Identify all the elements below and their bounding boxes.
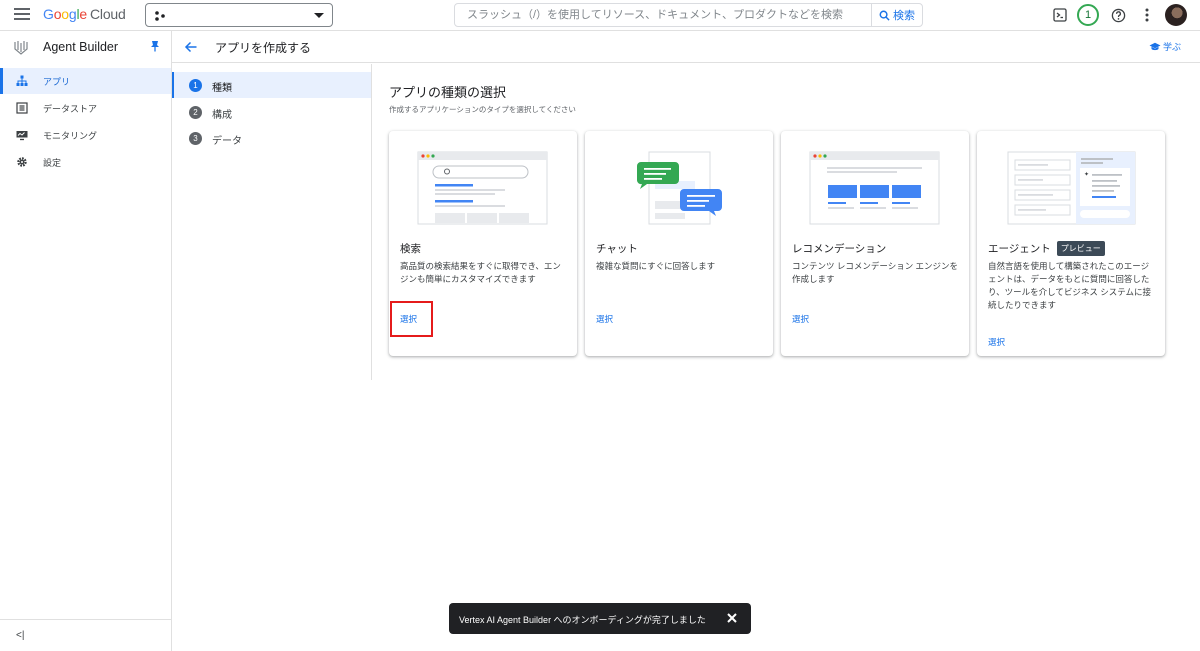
app-type-card-chat[interactable]: チャット 複雑な質問にすぐに回答します 選択 bbox=[585, 131, 773, 356]
app-type-card-agent[interactable]: ✦ エージェント プレビュー 自然言語を使用して構築されたこのエージェントは、デ… bbox=[977, 131, 1165, 356]
google-cloud-logo[interactable]: Google Cloud bbox=[43, 6, 126, 22]
card-description: 自然言語を使用して構築されたこのエージェントは、データをもとに質問に回答したり、… bbox=[988, 261, 1152, 310]
chat-illustration bbox=[636, 151, 722, 225]
select-button-agent[interactable]: 選択 bbox=[988, 336, 1005, 348]
sidebar-item-datastore[interactable]: データストア bbox=[0, 95, 171, 121]
sidebar-item-label: データストア bbox=[43, 104, 98, 114]
step-label: 構成 bbox=[212, 110, 232, 121]
learn-label: 学ぶ bbox=[1162, 42, 1181, 52]
card-title-text: チャット bbox=[596, 243, 638, 255]
card-title: レコメンデーション bbox=[792, 241, 886, 256]
search-bar: 検索 bbox=[454, 3, 923, 27]
stepper: 1 種類 2 構成 3 データ bbox=[172, 64, 372, 380]
search-button[interactable]: 検索 bbox=[871, 4, 922, 26]
search-illustration bbox=[417, 151, 548, 225]
card-description: コンテンツ レコメンデーション エンジンを作成します bbox=[792, 261, 959, 284]
monitoring-icon bbox=[16, 131, 28, 141]
top-bar: GoogleCloud 検索 1 bbox=[0, 0, 1200, 30]
apps-hierarchy-icon bbox=[16, 75, 28, 86]
card-description: 高品質の検索結果をすぐに取得でき、エンジンも簡単にカスタマイズできます bbox=[400, 261, 561, 284]
card-title: チャット bbox=[596, 241, 638, 256]
card-description: 複雑な質問にすぐに回答します bbox=[596, 261, 716, 271]
snackbar-message: Vertex AI Agent Builder へのオンボーディングが完了しまし… bbox=[459, 615, 706, 625]
select-button-chat[interactable]: 選択 bbox=[596, 313, 613, 325]
card-title: 検索 bbox=[400, 241, 421, 256]
card-title-text: エージェント bbox=[988, 243, 1051, 255]
school-icon bbox=[1149, 42, 1161, 50]
sidebar-collapse-button[interactable]: <| bbox=[0, 619, 171, 651]
step-label: 種類 bbox=[212, 83, 232, 94]
avatar[interactable] bbox=[1165, 4, 1187, 26]
search-icon bbox=[879, 10, 890, 21]
step-number: 1 bbox=[189, 79, 202, 92]
notifications-badge[interactable]: 1 bbox=[1077, 4, 1099, 26]
sidebar-item-label: モニタリング bbox=[43, 131, 98, 141]
sidebar: Agent Builder アプリ データストア モニタリング 設定 <| bbox=[0, 31, 172, 651]
snackbar: Vertex AI Agent Builder へのオンボーディングが完了しまし… bbox=[449, 603, 751, 634]
sidebar-item-settings[interactable]: 設定 bbox=[0, 149, 171, 175]
sidebar-item-label: アプリ bbox=[43, 77, 71, 87]
logo-cloud: Cloud bbox=[90, 6, 126, 22]
cloud-shell-icon[interactable] bbox=[1052, 4, 1068, 26]
back-arrow-icon[interactable] bbox=[183, 39, 199, 55]
sidebar-header: Agent Builder bbox=[0, 31, 171, 63]
product-name: Agent Builder bbox=[43, 40, 119, 54]
more-vert-icon[interactable] bbox=[1140, 4, 1154, 26]
step-data[interactable]: 3 データ bbox=[172, 125, 371, 151]
pin-icon[interactable] bbox=[150, 40, 160, 52]
close-icon[interactable] bbox=[725, 611, 739, 625]
step-number: 2 bbox=[189, 106, 202, 119]
gear-icon bbox=[17, 157, 27, 167]
section-subtitle: 作成するアプリケーションのタイプを選択してください bbox=[389, 105, 576, 114]
chevron-down-icon bbox=[314, 13, 324, 18]
card-title-text: レコメンデーション bbox=[792, 243, 887, 255]
preview-badge: プレビュー bbox=[1056, 241, 1105, 256]
agent-builder-logo-icon bbox=[14, 41, 28, 55]
search-button-label: 検索 bbox=[893, 10, 915, 22]
step-config[interactable]: 2 構成 bbox=[172, 99, 371, 125]
sidebar-item-monitoring[interactable]: モニタリング bbox=[0, 122, 171, 148]
svg-text:✦: ✦ bbox=[1084, 171, 1089, 178]
step-type[interactable]: 1 種類 bbox=[172, 72, 371, 98]
select-button-recommendation[interactable]: 選択 bbox=[792, 313, 809, 325]
sidebar-item-apps[interactable]: アプリ bbox=[0, 68, 171, 94]
project-picker[interactable] bbox=[145, 3, 333, 27]
logo-google: Google bbox=[43, 6, 87, 22]
collapse-sidebar-icon: <| bbox=[16, 630, 25, 641]
section-title: アプリの種類の選択 bbox=[389, 85, 507, 100]
card-title-text: 検索 bbox=[400, 243, 421, 255]
page-title: アプリを作成する bbox=[215, 41, 312, 55]
select-highlight-box bbox=[390, 301, 433, 337]
search-input[interactable] bbox=[455, 4, 871, 26]
step-number: 3 bbox=[189, 132, 202, 145]
help-icon[interactable] bbox=[1110, 4, 1126, 26]
app-type-card-recommendation[interactable]: レコメンデーション コンテンツ レコメンデーション エンジンを作成します 選択 bbox=[781, 131, 969, 356]
datastore-icon bbox=[16, 102, 28, 114]
card-title: エージェント プレビュー bbox=[988, 241, 1105, 256]
learn-button[interactable]: 学ぶ bbox=[1149, 40, 1181, 53]
sidebar-item-label: 設定 bbox=[43, 158, 62, 168]
page-header: アプリを作成する 学ぶ bbox=[172, 31, 1200, 63]
project-nodes-icon bbox=[155, 11, 165, 21]
recommendation-illustration bbox=[809, 151, 940, 225]
agent-illustration: ✦ bbox=[1007, 151, 1136, 225]
step-label: データ bbox=[212, 136, 242, 147]
main-menu-icon[interactable] bbox=[14, 8, 30, 22]
